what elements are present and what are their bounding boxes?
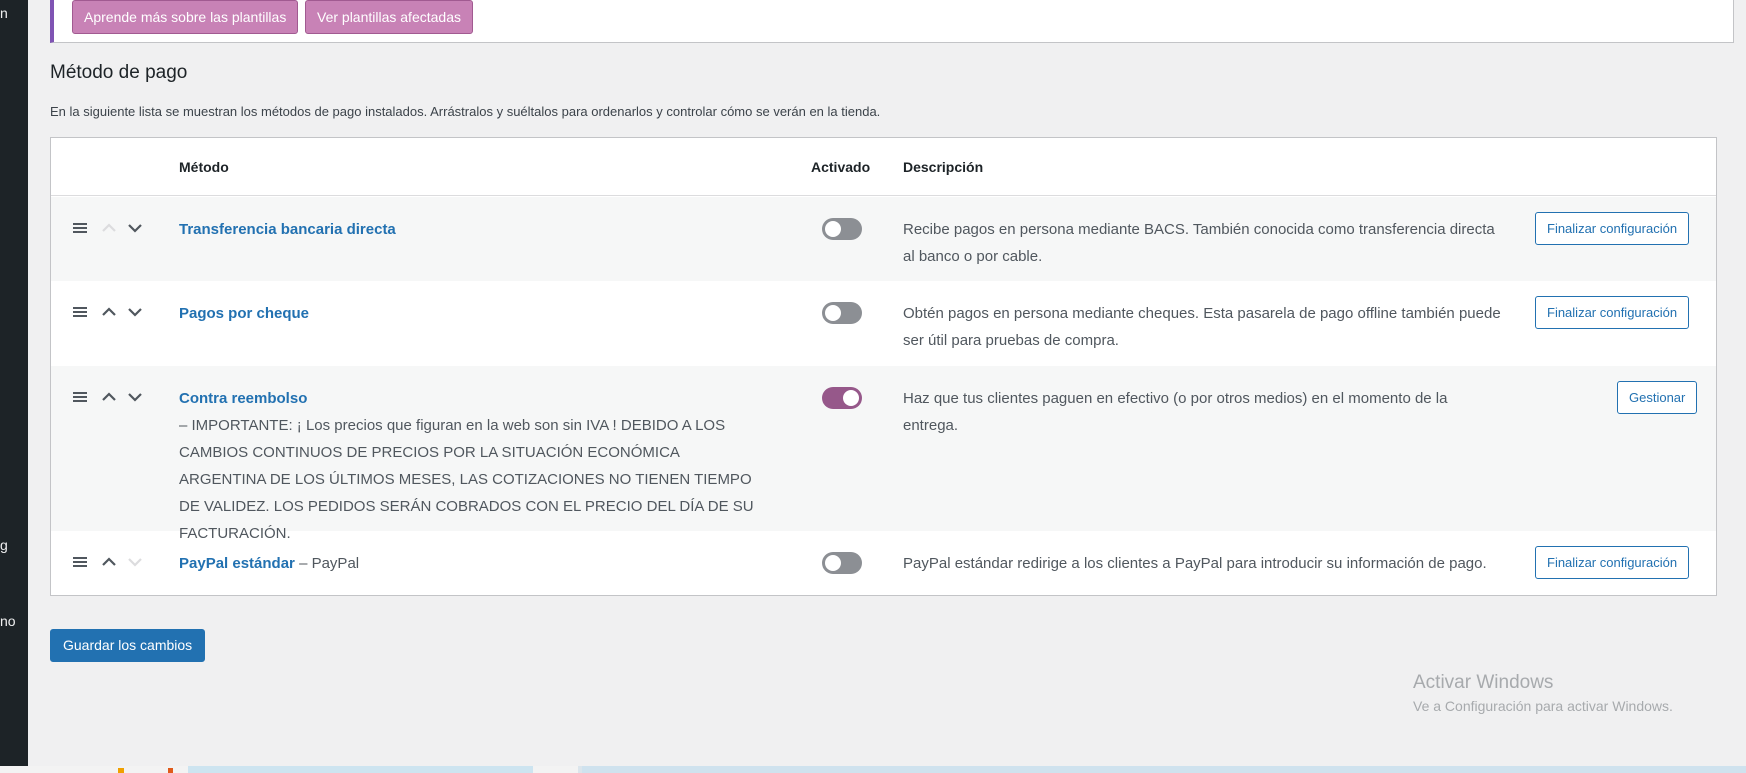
enabled-toggle[interactable] [822, 387, 862, 409]
sidebar-fragment[interactable]: g [0, 537, 8, 553]
page-title: Método de pago [50, 62, 188, 83]
gateway-row-bacs: Transferencia bancaria directa Recibe pa… [51, 197, 1716, 281]
table-header: Método Activado Descripción [51, 138, 1716, 196]
gateway-name-link[interactable]: PayPal estándar [179, 555, 295, 572]
enabled-toggle[interactable] [822, 302, 862, 324]
gateway-name-cell: PayPal estándar – PayPal [179, 550, 779, 577]
templates-notice: Aprende más sobre las plantillas Ver pla… [50, 0, 1734, 43]
toggle-knob [825, 555, 841, 571]
taskbar-segment [188, 766, 533, 773]
move-up-icon[interactable] [99, 388, 119, 406]
taskbar-segment [533, 766, 578, 773]
gateway-description: Obtén pagos en persona mediante cheques.… [903, 305, 1501, 349]
toggle-knob [843, 390, 859, 406]
sort-controls [67, 553, 147, 573]
drag-handle-icon[interactable] [71, 388, 89, 406]
watermark-subtitle: Ve a Configuración para activar Windows. [1413, 698, 1673, 714]
taskbar-app-icon[interactable] [118, 768, 124, 773]
move-down-icon[interactable] [125, 388, 145, 406]
section-description: En la siguiente lista se muestran los mé… [50, 104, 881, 119]
finish-setup-button[interactable]: Finalizar configuración [1535, 212, 1690, 245]
taskbar-segment [0, 766, 188, 773]
gateway-name-cell: Transferencia bancaria directa [179, 216, 779, 243]
save-changes-button[interactable]: Guardar los cambios [50, 629, 206, 662]
move-up-icon[interactable] [99, 553, 119, 571]
move-down-icon[interactable] [125, 219, 145, 237]
view-affected-templates-button[interactable]: Ver plantillas afectadas [305, 0, 473, 34]
toggle-knob [825, 221, 841, 237]
manage-button[interactable]: Gestionar [1617, 381, 1698, 414]
gateway-description: Recibe pagos en persona mediante BACS. T… [903, 221, 1495, 265]
enabled-toggle[interactable] [822, 218, 862, 240]
move-down-icon[interactable] [125, 553, 145, 571]
drag-handle-icon[interactable] [71, 303, 89, 321]
windows-activation-watermark: Activar Windows Ve a Configuración para … [1413, 672, 1673, 714]
drag-handle-icon[interactable] [71, 553, 89, 571]
column-method: Método [179, 159, 229, 175]
payment-gateways-table: Método Activado Descripción Transferenci… [50, 137, 1717, 596]
column-description: Descripción [903, 159, 984, 175]
move-down-icon[interactable] [125, 303, 145, 321]
sidebar-fragment[interactable]: no [0, 613, 16, 629]
taskbar [0, 766, 1746, 773]
gateway-description: PayPal estándar redirige a los clientes … [903, 555, 1487, 572]
drag-handle-icon[interactable] [71, 219, 89, 237]
gateway-description: Haz que tus clientes paguen en efectivo … [903, 390, 1448, 434]
toggle-knob [825, 305, 841, 321]
taskbar-app-icon[interactable] [168, 768, 173, 773]
gateway-row-paypal: PayPal estándar – PayPal PayPal estándar… [51, 531, 1716, 595]
sort-controls [67, 388, 147, 408]
gateway-name-cell: Pagos por cheque [179, 300, 779, 327]
admin-sidebar: n g no [0, 0, 28, 766]
move-up-icon[interactable] [99, 219, 119, 237]
move-up-icon[interactable] [99, 303, 119, 321]
gateway-name-link[interactable]: Pagos por cheque [179, 305, 309, 322]
sort-controls [67, 303, 147, 323]
watermark-title: Activar Windows [1413, 672, 1554, 693]
taskbar-segment [582, 766, 1746, 773]
sidebar-fragment[interactable]: n [0, 5, 8, 21]
gateway-name-link[interactable]: Contra reembolso [179, 390, 307, 407]
finish-setup-button[interactable]: Finalizar configuración [1535, 546, 1690, 579]
learn-templates-button[interactable]: Aprende más sobre las plantillas [72, 0, 299, 34]
finish-setup-button[interactable]: Finalizar configuración [1535, 296, 1690, 329]
gateway-row-cheque: Pagos por cheque Obtén pagos en persona … [51, 281, 1716, 366]
gateway-suffix: – PayPal [299, 555, 360, 572]
column-enabled: Activado [811, 159, 871, 175]
gateway-name-link[interactable]: Transferencia bancaria directa [179, 221, 396, 238]
sort-controls [67, 219, 147, 239]
gateway-row-cod: Contra reembolso – IMPORTANTE: ¡ Los pre… [51, 366, 1716, 542]
gateway-note: – IMPORTANTE: ¡ Los precios que figuran … [179, 417, 754, 542]
enabled-toggle[interactable] [822, 552, 862, 574]
gateway-name-cell: Contra reembolso – IMPORTANTE: ¡ Los pre… [179, 385, 779, 547]
